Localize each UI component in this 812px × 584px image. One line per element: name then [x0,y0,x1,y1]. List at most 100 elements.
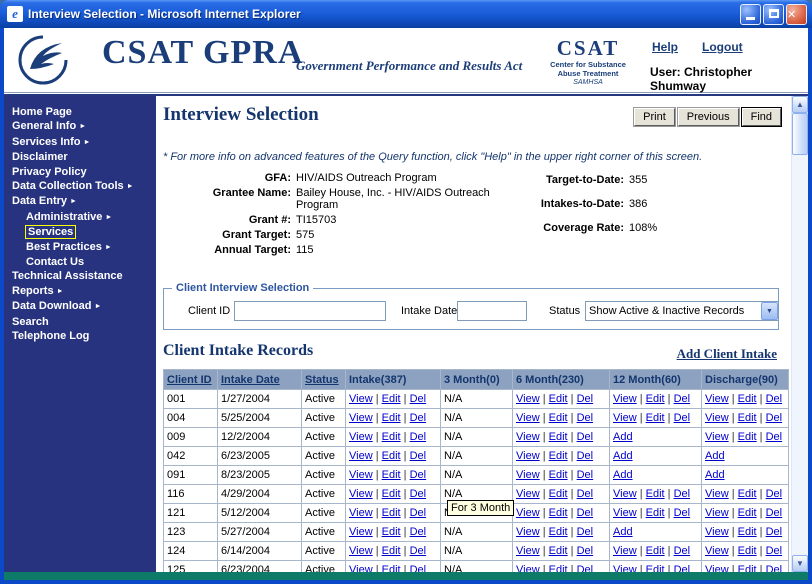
del-link[interactable]: Del [577,545,594,557]
edit-link[interactable]: Edit [646,393,665,405]
view-link[interactable]: View [705,507,729,519]
view-link[interactable]: View [516,469,540,481]
view-link[interactable]: View [705,526,729,538]
del-link[interactable]: Del [674,412,691,424]
view-link[interactable]: View [516,412,540,424]
view-link[interactable]: View [705,488,729,500]
view-link[interactable]: View [516,545,540,557]
del-link[interactable]: Del [577,564,594,572]
close-button[interactable]: ✕ [786,3,807,25]
view-link[interactable]: View [349,488,373,500]
view-link[interactable]: View [613,412,637,424]
sidebar-item-data-entry[interactable]: Data Entry ► [4,194,156,209]
del-link[interactable]: Del [766,488,783,500]
sidebar-item-telephone-log[interactable]: Telephone Log [4,329,156,343]
status-select[interactable]: Show Active & Inactive Records [585,301,779,321]
previous-button[interactable]: Previous [677,108,739,126]
client-id-input[interactable] [234,301,386,321]
edit-link[interactable]: Edit [738,545,757,557]
del-link[interactable]: Del [674,564,691,572]
view-link[interactable]: View [349,564,373,572]
minimize-button[interactable] [740,3,761,25]
edit-link[interactable]: Edit [646,545,665,557]
del-link[interactable]: Del [674,545,691,557]
del-link[interactable]: Del [410,507,427,519]
scroll-down-icon[interactable]: ▼ [792,555,808,572]
del-link[interactable]: Del [577,488,594,500]
del-link[interactable]: Del [577,393,594,405]
add-link[interactable]: Add [705,469,725,481]
intake-date-input[interactable] [457,301,527,321]
del-link[interactable]: Del [766,507,783,519]
edit-link[interactable]: Edit [738,393,757,405]
view-link[interactable]: View [705,545,729,557]
edit-link[interactable]: Edit [549,507,568,519]
del-link[interactable]: Del [410,564,427,572]
column-header[interactable]: Status [301,369,346,390]
edit-link[interactable]: Edit [738,412,757,424]
find-button[interactable]: Find [741,108,781,126]
edit-link[interactable]: Edit [382,431,401,443]
edit-link[interactable]: Edit [382,545,401,557]
edit-link[interactable]: Edit [382,526,401,538]
edit-link[interactable]: Edit [549,431,568,443]
edit-link[interactable]: Edit [382,393,401,405]
del-link[interactable]: Del [410,393,427,405]
column-header[interactable]: Intake Date [217,369,302,390]
del-link[interactable]: Del [674,507,691,519]
view-link[interactable]: View [705,431,729,443]
view-link[interactable]: View [349,450,373,462]
edit-link[interactable]: Edit [382,488,401,500]
edit-link[interactable]: Edit [646,507,665,519]
view-link[interactable]: View [349,507,373,519]
view-link[interactable]: View [516,450,540,462]
sidebar-item-search[interactable]: Search [4,315,156,329]
sidebar-item-home-page[interactable]: Home Page [4,105,156,119]
view-link[interactable]: View [516,526,540,538]
edit-link[interactable]: Edit [738,488,757,500]
sidebar-item-disclaimer[interactable]: Disclaimer [4,150,156,164]
edit-link[interactable]: Edit [738,431,757,443]
edit-link[interactable]: Edit [382,564,401,572]
sidebar-item-technical-assistance[interactable]: Technical Assistance [4,269,156,283]
edit-link[interactable]: Edit [646,564,665,572]
del-link[interactable]: Del [410,526,427,538]
help-link[interactable]: Help [652,40,678,54]
del-link[interactable]: Del [766,526,783,538]
scroll-up-icon[interactable]: ▲ [792,96,808,113]
sidebar-item-contact-us[interactable]: Contact Us [4,255,156,269]
edit-link[interactable]: Edit [549,488,568,500]
del-link[interactable]: Del [410,431,427,443]
edit-link[interactable]: Edit [549,564,568,572]
add-link[interactable]: Add [613,526,633,538]
sidebar-item-privacy-policy[interactable]: Privacy Policy [4,165,156,179]
view-link[interactable]: View [613,545,637,557]
edit-link[interactable]: Edit [646,488,665,500]
edit-link[interactable]: Edit [549,545,568,557]
del-link[interactable]: Del [766,393,783,405]
sidebar-item-services-info[interactable]: Services Info ► [4,135,156,150]
view-link[interactable]: View [613,564,637,572]
add-link[interactable]: Add [613,469,633,481]
view-link[interactable]: View [613,507,637,519]
del-link[interactable]: Del [410,412,427,424]
view-link[interactable]: View [516,431,540,443]
sidebar-item-best-practices[interactable]: Best Practices ► [4,240,156,255]
logout-link[interactable]: Logout [702,40,743,54]
view-link[interactable]: View [705,412,729,424]
edit-link[interactable]: Edit [738,507,757,519]
del-link[interactable]: Del [410,488,427,500]
print-button[interactable]: Print [634,108,675,126]
add-link[interactable]: Add [705,450,725,462]
sidebar-item-data-collection-tools[interactable]: Data Collection Tools ► [4,179,156,194]
view-link[interactable]: View [349,526,373,538]
edit-link[interactable]: Edit [549,450,568,462]
view-link[interactable]: View [516,488,540,500]
scrollbar-track[interactable] [792,155,808,555]
del-link[interactable]: Del [410,469,427,481]
view-link[interactable]: View [349,412,373,424]
vertical-scrollbar[interactable]: ▲ ▼ [791,96,808,572]
view-link[interactable]: View [516,564,540,572]
edit-link[interactable]: Edit [738,564,757,572]
view-link[interactable]: View [705,393,729,405]
